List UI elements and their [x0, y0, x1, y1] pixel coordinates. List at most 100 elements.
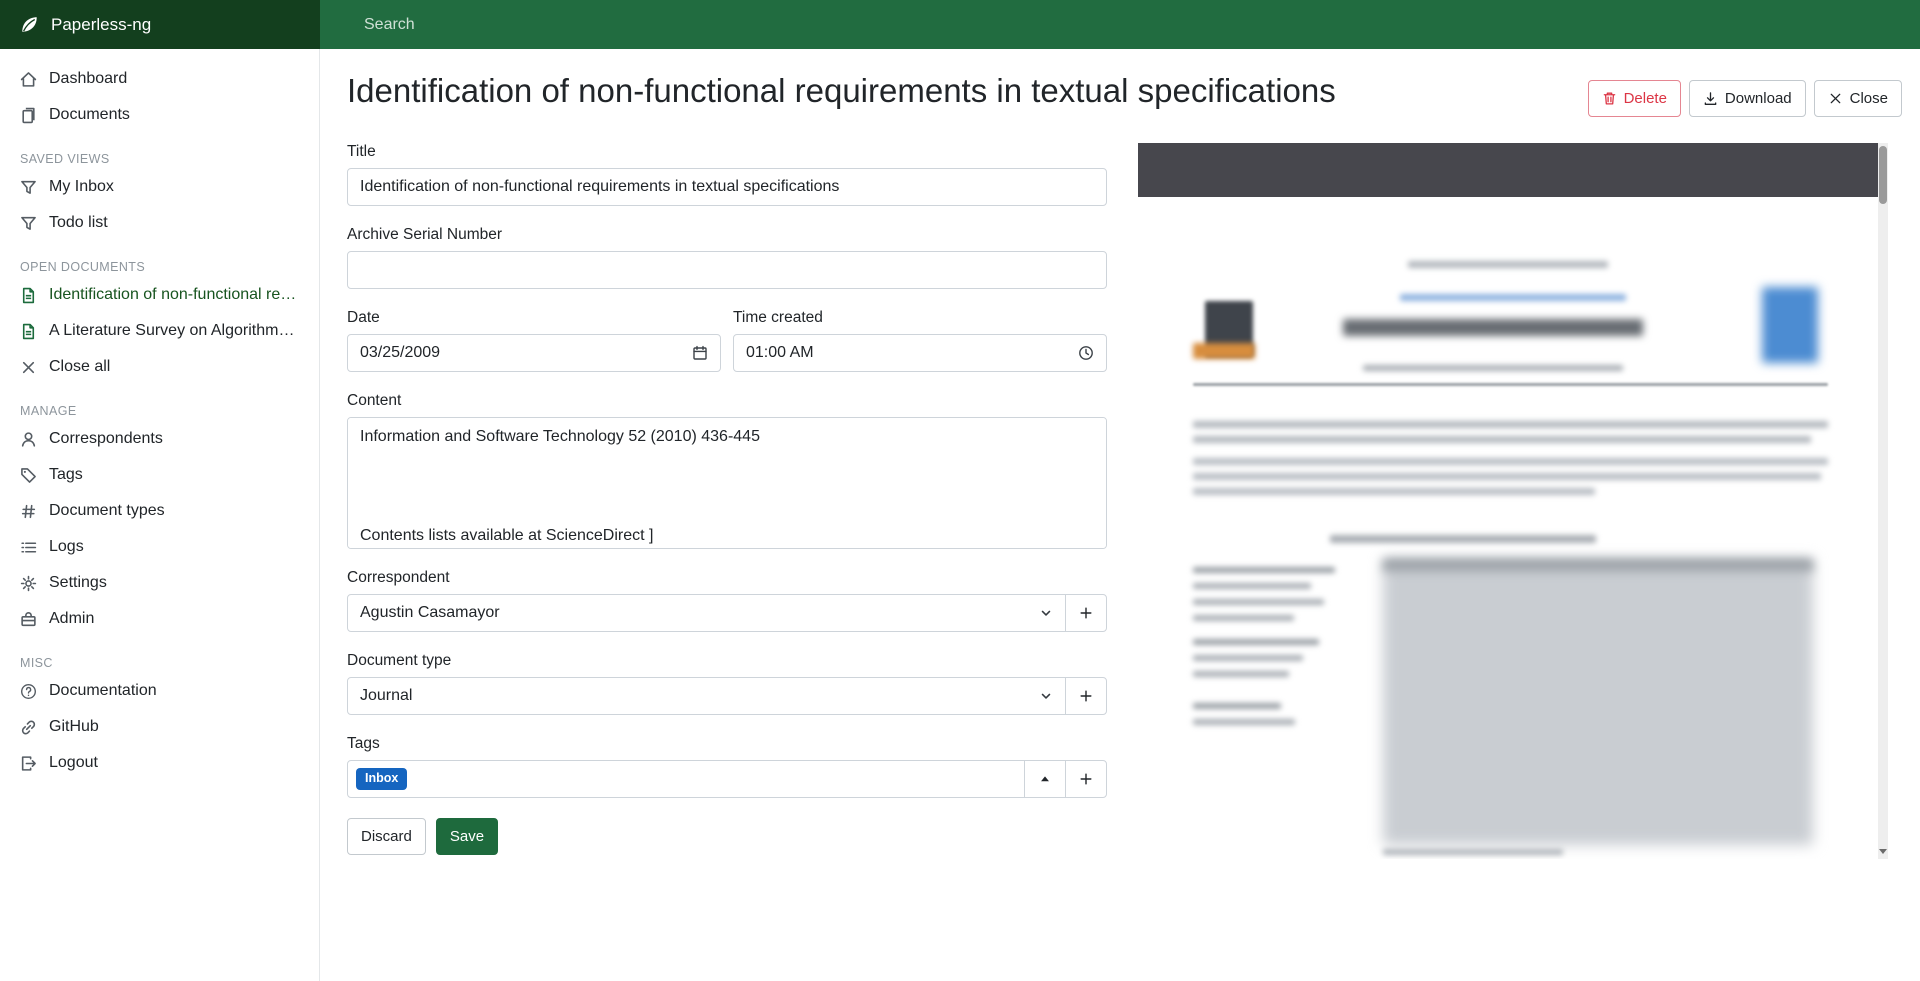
sidebar-item-admin[interactable]: Admin — [0, 601, 319, 637]
date-label: Date — [347, 309, 721, 327]
sidebar-item-dashboard[interactable]: Dashboard — [0, 61, 319, 97]
close-icon — [1828, 91, 1843, 106]
pdf-blur-info-line — [1193, 671, 1289, 677]
discard-button[interactable]: Discard — [347, 818, 426, 855]
top-navbar: Paperless-ng — [0, 0, 1920, 49]
calendar-icon[interactable] — [692, 345, 708, 361]
sidebar-item-github[interactable]: GitHub — [0, 709, 319, 745]
pdf-blur-journal-cover — [1762, 287, 1818, 363]
scroll-down-arrow-icon[interactable] — [1878, 846, 1888, 856]
paperless-logo-icon — [19, 14, 40, 35]
pdf-viewer-page[interactable] — [1138, 197, 1878, 859]
house-icon — [20, 71, 37, 88]
sidebar-item-label: Tags — [49, 466, 83, 484]
sidebar-item-label: A Literature Survey on Algorithms for Mu… — [49, 322, 299, 340]
tags-input[interactable]: Inbox — [347, 760, 1025, 798]
sidebar-item-document-types[interactable]: Document types — [0, 493, 319, 529]
chevron-down-icon — [1039, 606, 1053, 620]
pdf-blur-info-line — [1193, 639, 1319, 645]
main-content: Identification of non-functional require… — [320, 49, 1920, 981]
page-title: Identification of non-functional require… — [347, 71, 1336, 111]
search-input[interactable] — [320, 0, 1920, 49]
date-time-group: Date 03/25/2009 Time created 01:00 AM — [347, 309, 1107, 372]
sidebar-item-correspondents[interactable]: Correspondents — [0, 421, 319, 457]
sidebar-item-logout[interactable]: Logout — [0, 745, 319, 781]
content-group: Content Information and Software Technol… — [347, 392, 1107, 549]
pdf-blur-abstract-block — [1383, 559, 1813, 845]
sidebar-item-documentation[interactable]: Documentation — [0, 673, 319, 709]
pdf-blur-text-line — [1193, 473, 1821, 480]
sidebar-item-label: Settings — [49, 574, 107, 592]
sidebar-item-documents[interactable]: Documents — [0, 97, 319, 133]
sidebar-item-label: Identification of non-functional require… — [49, 286, 299, 304]
asn-input[interactable] — [347, 251, 1107, 289]
tag-badge-inbox[interactable]: Inbox — [356, 768, 407, 790]
sidebar-item-logs[interactable]: Logs — [0, 529, 319, 565]
sidebar-item-my-inbox[interactable]: My Inbox — [0, 169, 319, 205]
sidebar-item-close-all[interactable]: Close all — [0, 349, 319, 385]
sidebar-open-document-1[interactable]: Identification of non-functional require… — [0, 277, 319, 313]
sidebar-item-todo-list[interactable]: Todo list — [0, 205, 319, 241]
tags-dropdown-toggle[interactable] — [1024, 760, 1066, 798]
tag-icon — [20, 467, 37, 484]
discard-label: Discard — [361, 828, 412, 845]
pdf-scrollbar[interactable] — [1878, 143, 1888, 859]
sidebar-item-label: Documentation — [49, 682, 157, 700]
asn-label: Archive Serial Number — [347, 226, 1107, 244]
pdf-blur-text-line — [1193, 458, 1828, 465]
pdf-viewer-toolbar[interactable] — [1138, 143, 1878, 197]
save-button[interactable]: Save — [436, 818, 498, 855]
delete-button[interactable]: Delete — [1588, 80, 1681, 117]
document-header: Identification of non-functional require… — [347, 71, 1902, 117]
content-label: Content — [347, 392, 1107, 410]
close-button[interactable]: Close — [1814, 80, 1902, 117]
document-type-label: Document type — [347, 652, 1107, 670]
pdf-blur-text-line — [1193, 488, 1595, 495]
funnel-icon — [20, 179, 37, 196]
download-label: Download — [1725, 90, 1792, 107]
pdf-blur-info-line — [1193, 655, 1303, 661]
sidebar-item-label: Logout — [49, 754, 98, 772]
tags-group: Tags Inbox — [347, 735, 1107, 798]
pdf-blur-footer-line — [1383, 849, 1563, 855]
sidebar-item-label: Documents — [49, 106, 130, 124]
sidebar-item-label: Document types — [49, 502, 165, 520]
time-created-input[interactable]: 01:00 AM — [733, 334, 1107, 372]
document-detail: Title Archive Serial Number Date 03/25/2… — [347, 143, 1902, 885]
add-document-type-button[interactable] — [1065, 677, 1107, 715]
pdf-scrollbar-thumb[interactable] — [1879, 146, 1887, 204]
funnel-icon — [20, 215, 37, 232]
pdf-preview — [1138, 143, 1888, 859]
document-type-select[interactable]: Journal — [347, 677, 1066, 715]
content-textarea[interactable]: Information and Software Technology 52 (… — [347, 417, 1107, 549]
gear-icon — [20, 575, 37, 592]
sidebar-open-document-2[interactable]: A Literature Survey on Algorithms for Mu… — [0, 313, 319, 349]
sidebar-item-label: GitHub — [49, 718, 99, 736]
caret-up-icon — [1038, 772, 1052, 786]
clock-icon[interactable] — [1078, 345, 1094, 361]
title-input[interactable] — [347, 168, 1107, 206]
app-brand[interactable]: Paperless-ng — [0, 0, 320, 49]
pdf-page-blurred-content — [1138, 197, 1878, 859]
question-circle-icon — [20, 683, 37, 700]
plus-icon — [1079, 772, 1093, 786]
pdf-blur-logo-accent — [1193, 343, 1255, 359]
pdf-blur-text-line — [1193, 436, 1811, 443]
plus-icon — [1079, 689, 1093, 703]
title-group: Title — [347, 143, 1107, 206]
sidebar-item-label: Close all — [49, 358, 110, 376]
add-tag-button[interactable] — [1065, 760, 1107, 798]
toolbox-icon — [20, 611, 37, 628]
pdf-blur-text-line — [1193, 421, 1828, 428]
pdf-blur-info-line — [1193, 567, 1335, 573]
sidebar-item-settings[interactable]: Settings — [0, 565, 319, 601]
download-button[interactable]: Download — [1689, 80, 1806, 117]
tags-label: Tags — [347, 735, 1107, 753]
correspondent-select[interactable]: Agustin Casamayor — [347, 594, 1066, 632]
sidebar-item-tags[interactable]: Tags — [0, 457, 319, 493]
date-input[interactable]: 03/25/2009 — [347, 334, 721, 372]
add-correspondent-button[interactable] — [1065, 594, 1107, 632]
title-label: Title — [347, 143, 1107, 161]
pdf-blur-journal-link — [1400, 294, 1626, 301]
document-icon — [20, 323, 37, 340]
